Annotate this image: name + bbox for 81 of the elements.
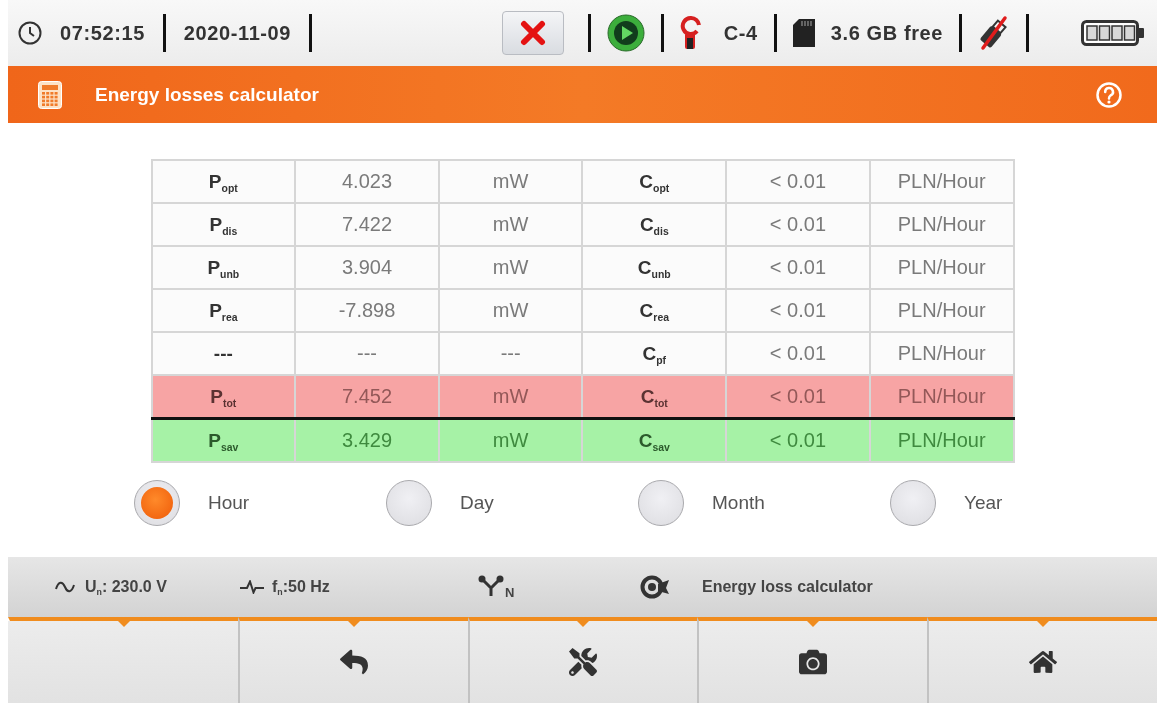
table-cell: PLN/Hour [869, 203, 1014, 246]
radio-label: Year [964, 492, 1003, 514]
date-text: 2020-11-09 [183, 21, 292, 45]
screen-title: Energy losses calculator [95, 83, 319, 106]
table-cell: C$_{sav}$ [582, 418, 727, 462]
radio-label: Day [460, 492, 494, 514]
table-cell: --- [438, 332, 583, 375]
table-cell: mW [438, 418, 583, 462]
table-cell: P$_{unb}$ [151, 246, 296, 289]
table-cell: C$_{opt}$ [582, 160, 727, 203]
table-cell: < 0.01 [726, 375, 870, 419]
play-circle-icon [606, 14, 645, 52]
table-cell: PLN/Hour [869, 160, 1014, 203]
table-cell: C$_{dis}$ [582, 203, 727, 246]
table-cell: 7.422 [295, 203, 439, 246]
clock-time: 07:52:15 [60, 21, 145, 45]
table-cell: PLN/Hour [869, 418, 1014, 462]
cross-icon [519, 20, 546, 46]
table-cell: --- [295, 332, 439, 375]
table-cell: P$_{dis}$ [151, 203, 296, 246]
radio-button[interactable] [890, 480, 936, 526]
table-cell: 4.023 [295, 160, 439, 203]
table-cell: < 0.01 [726, 332, 870, 375]
table-cell: < 0.01 [726, 203, 870, 246]
screenshot-button[interactable] [697, 617, 928, 703]
usb-crossed-icon [978, 15, 1010, 51]
radio-button[interactable] [638, 480, 684, 526]
table-cell: C$_{unb}$ [582, 246, 727, 289]
table-cell: P$_{sav}$ [151, 418, 296, 462]
table-cell: P$_{tot}$ [151, 375, 296, 419]
table-cell: PLN/Hour [869, 289, 1014, 332]
help-button[interactable] [1095, 80, 1123, 109]
table-cell: C$_{pf}$ [582, 332, 727, 375]
radio-button[interactable] [134, 480, 180, 526]
table-cell: mW [438, 246, 583, 289]
table-cell: PLN/Hour [869, 375, 1014, 419]
reply-arrow-icon [339, 648, 368, 676]
table-cell: C$_{rea}$ [582, 289, 727, 332]
table-cell: < 0.01 [726, 246, 870, 289]
sine-wave-icon [55, 581, 75, 593]
table-cell: --- [151, 332, 296, 375]
table-cell: C$_{tot}$ [582, 375, 727, 419]
clock-icon [18, 21, 42, 45]
table-cell: P$_{rea}$ [151, 289, 296, 332]
table-cell: P$_{opt}$ [151, 160, 296, 203]
meter-dial-icon [640, 574, 670, 600]
wiring-label: N [505, 584, 515, 600]
clamp-icon [679, 16, 702, 50]
table-cell: PLN/Hour [869, 332, 1014, 375]
table-cell: < 0.01 [726, 289, 870, 332]
home-icon [1029, 648, 1058, 676]
calculator-icon [38, 80, 62, 109]
wye-connection-icon [478, 575, 504, 599]
pulse-wave-icon [240, 580, 264, 594]
blank-button[interactable] [8, 617, 238, 703]
frequency-reading: f$_{n}$:50 Hz [272, 578, 330, 596]
radio-label: Month [712, 492, 765, 514]
table-cell: 3.429 [295, 418, 439, 462]
table-cell: mW [438, 160, 583, 203]
clamp-label: C-4 [723, 21, 758, 45]
voltage-reading: U$_{n}$: 230.0 V [85, 578, 167, 596]
radio-button[interactable] [386, 480, 432, 526]
table-cell: mW [438, 289, 583, 332]
stop-button[interactable] [501, 11, 564, 55]
tools-icon [569, 648, 598, 676]
table-cell: mW [438, 375, 583, 419]
table-cell: mW [438, 203, 583, 246]
table-cell: < 0.01 [726, 160, 870, 203]
radio-label: Hour [208, 492, 250, 514]
table-cell: 3.904 [295, 246, 439, 289]
battery-icon [1081, 20, 1145, 46]
memory-free-text: 3.6 GB free [830, 21, 943, 45]
table-cell: < 0.01 [726, 418, 870, 462]
camera-icon [799, 648, 828, 676]
table-cell: PLN/Hour [869, 246, 1014, 289]
mode-label: Energy loss calculator [702, 578, 873, 596]
back-button[interactable] [237, 617, 468, 703]
table-cell: 7.452 [295, 375, 439, 419]
help-icon [1096, 81, 1122, 108]
memory-card-icon [792, 19, 815, 47]
table-cell: -7.898 [295, 289, 439, 332]
